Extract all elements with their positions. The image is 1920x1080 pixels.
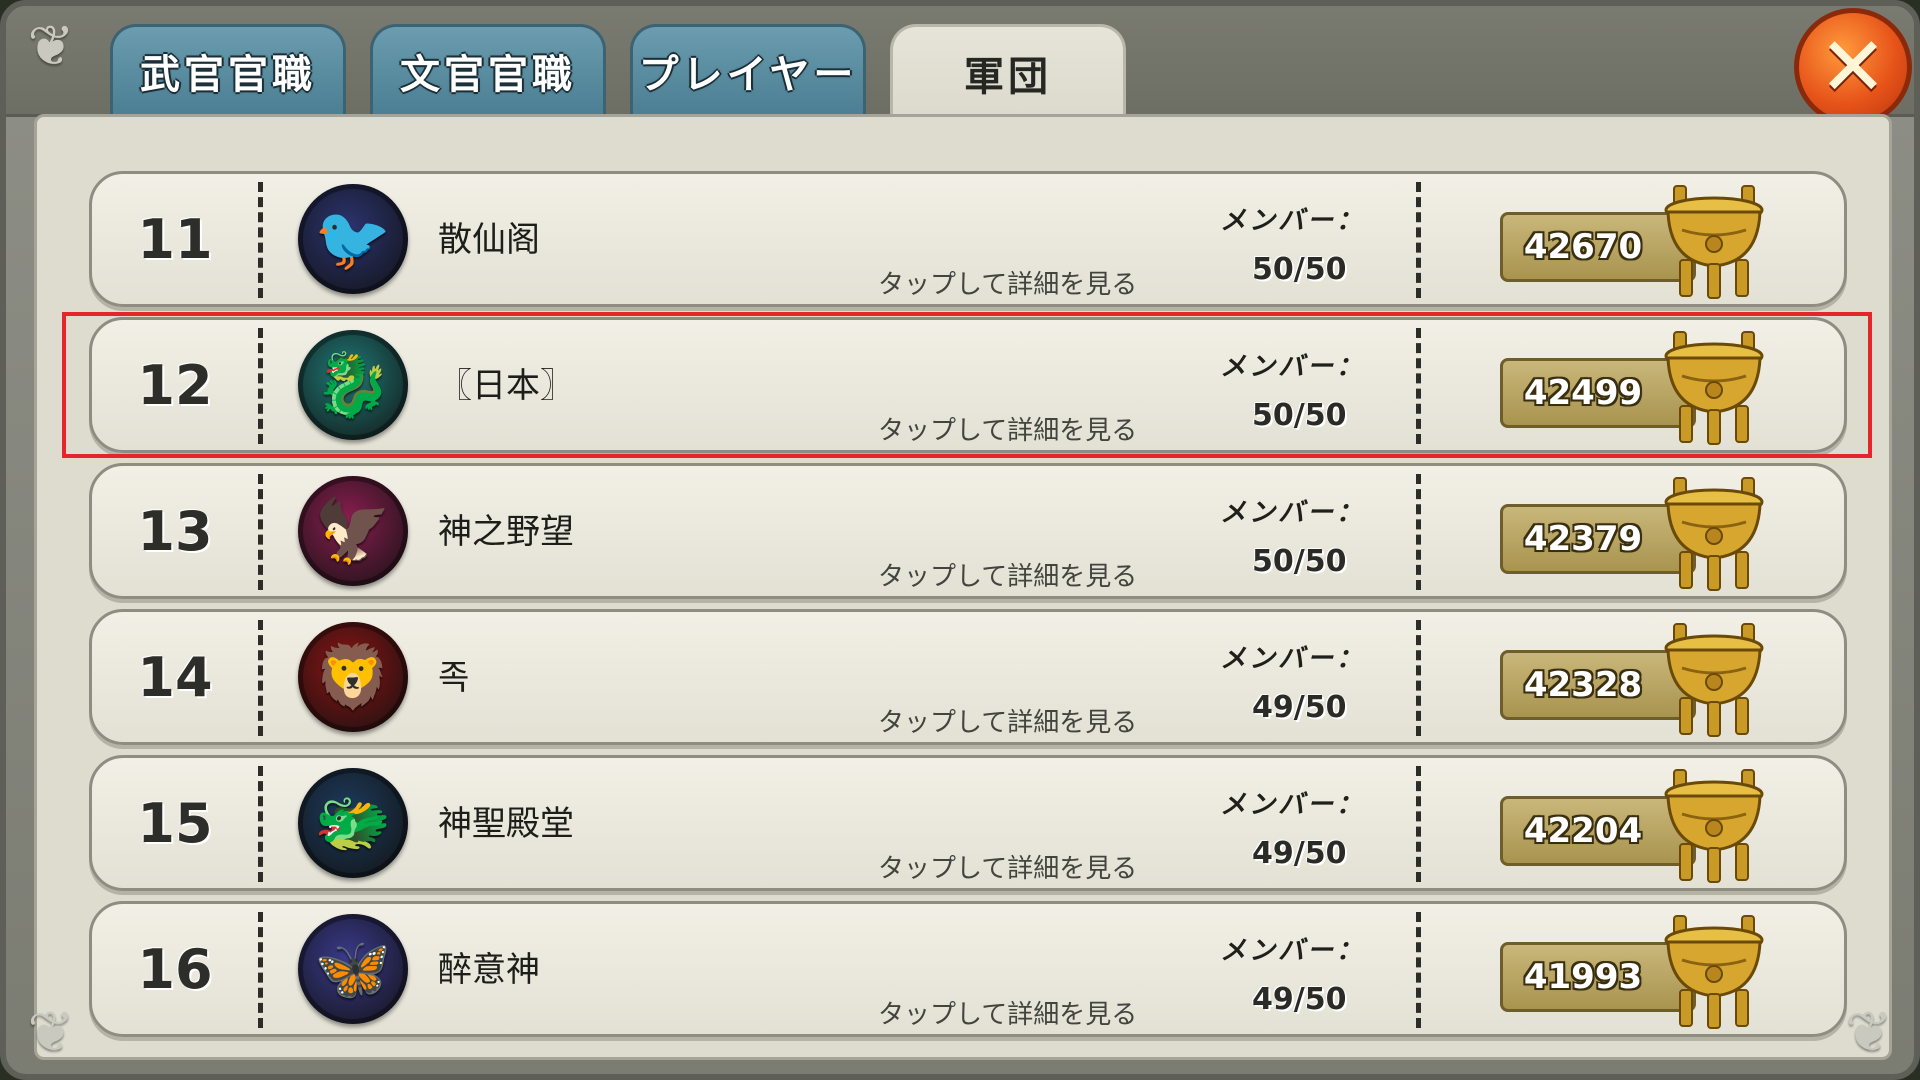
- golden-phoenix-emblem-icon: 🦅: [298, 476, 408, 586]
- dashed-divider: [1416, 328, 1421, 444]
- ranking-panel: 11 🐦 散仙阁 タップして詳細を見る メンバー： 50/50 42670 12…: [34, 114, 1892, 1060]
- bronze-cauldron-icon: [1664, 769, 1764, 883]
- tap-for-details-hint: タップして詳細を見る: [878, 854, 1138, 884]
- member-count: 50/50: [1252, 544, 1347, 579]
- tab-civil-officials[interactable]: 文官官職: [370, 24, 606, 114]
- corner-ornament-icon: ❦: [1845, 1000, 1893, 1065]
- tap-for-details-hint: タップして詳細を見る: [878, 270, 1138, 300]
- close-button[interactable]: ✕: [1794, 8, 1912, 126]
- tab-player[interactable]: プレイヤー: [630, 24, 866, 114]
- tab-military-officials[interactable]: 武官官職: [110, 24, 346, 114]
- rank-number: 11: [137, 207, 213, 271]
- member-label: メンバー：: [1220, 352, 1366, 382]
- member-label: メンバー：: [1220, 936, 1366, 966]
- member-count: 50/50: [1252, 398, 1347, 433]
- rank-number: 12: [137, 353, 213, 417]
- guild-row-14[interactable]: 14 🦁 족 タップして詳細を見る メンバー： 49/50 42328: [89, 609, 1847, 745]
- member-count: 49/50: [1252, 836, 1347, 871]
- ranking-window: ❦ 武官官職 文官官職 プレイヤー 軍団 ✕ 11 🐦 散仙阁 タップして詳細を…: [0, 0, 1920, 1080]
- dashed-divider: [1416, 912, 1421, 1028]
- lion-knocker-emblem-icon: 🦁: [298, 622, 408, 732]
- member-count: 49/50: [1252, 982, 1347, 1017]
- guild-name: 神之野望: [438, 512, 574, 552]
- dashed-divider: [258, 620, 263, 736]
- tap-for-details-hint: タップして詳細を見る: [878, 708, 1138, 738]
- bronze-cauldron-icon: [1664, 623, 1764, 737]
- butterfly-emblem-icon: 🦋: [298, 914, 408, 1024]
- bronze-cauldron-icon: [1664, 915, 1764, 1029]
- guild-row-12[interactable]: 12 🐉 〖日本〗 タップして詳細を見る メンバー： 50/50 42499: [89, 317, 1847, 453]
- rank-number: 14: [137, 645, 213, 709]
- dashed-divider: [1416, 474, 1421, 590]
- guild-name: 족: [438, 658, 470, 698]
- close-x-icon: ✕: [1818, 19, 1888, 115]
- dragon-emblem-icon: 🐉: [298, 330, 408, 440]
- guild-row-15[interactable]: 15 🐲 神聖殿堂 タップして詳細を見る メンバー： 49/50 42204: [89, 755, 1847, 891]
- guild-row-13[interactable]: 13 🦅 神之野望 タップして詳細を見る メンバー： 50/50 42379: [89, 463, 1847, 599]
- corner-ornament-icon: ❦: [27, 14, 75, 79]
- member-label: メンバー：: [1220, 206, 1366, 236]
- guild-name: 〖日本〗: [438, 366, 574, 406]
- member-count: 49/50: [1252, 690, 1347, 725]
- phoenix-emblem-icon: 🐦: [298, 184, 408, 294]
- dashed-divider: [1416, 620, 1421, 736]
- dashed-divider: [258, 912, 263, 1028]
- dashed-divider: [258, 182, 263, 298]
- guild-name: 神聖殿堂: [438, 804, 574, 844]
- bronze-cauldron-icon: [1664, 477, 1764, 591]
- rank-number: 15: [137, 791, 213, 855]
- corner-ornament-icon: ❦: [27, 1000, 75, 1065]
- tab-bar: 武官官職 文官官職 プレイヤー 軍団: [110, 24, 1126, 119]
- guild-row-11[interactable]: 11 🐦 散仙阁 タップして詳細を見る メンバー： 50/50 42670: [89, 171, 1847, 307]
- bronze-cauldron-icon: [1664, 331, 1764, 445]
- rank-number: 13: [137, 499, 213, 563]
- dashed-divider: [1416, 182, 1421, 298]
- guild-name: 散仙阁: [438, 220, 540, 260]
- tab-legion[interactable]: 軍団: [890, 24, 1126, 119]
- tap-for-details-hint: タップして詳細を見る: [878, 562, 1138, 592]
- member-label: メンバー：: [1220, 644, 1366, 674]
- dashed-divider: [258, 474, 263, 590]
- tap-for-details-hint: タップして詳細を見る: [878, 1000, 1138, 1030]
- member-label: メンバー：: [1220, 498, 1366, 528]
- member-label: メンバー：: [1220, 790, 1366, 820]
- guild-name: 醉意神: [438, 950, 540, 990]
- rank-number: 16: [137, 937, 213, 1001]
- member-count: 50/50: [1252, 252, 1347, 287]
- golden-dragon-emblem-icon: 🐲: [298, 768, 408, 878]
- guild-row-16[interactable]: 16 🦋 醉意神 タップして詳細を見る メンバー： 49/50 41993: [89, 901, 1847, 1037]
- dashed-divider: [258, 328, 263, 444]
- bronze-cauldron-icon: [1664, 185, 1764, 299]
- dashed-divider: [258, 766, 263, 882]
- tap-for-details-hint: タップして詳細を見る: [878, 416, 1138, 446]
- dashed-divider: [1416, 766, 1421, 882]
